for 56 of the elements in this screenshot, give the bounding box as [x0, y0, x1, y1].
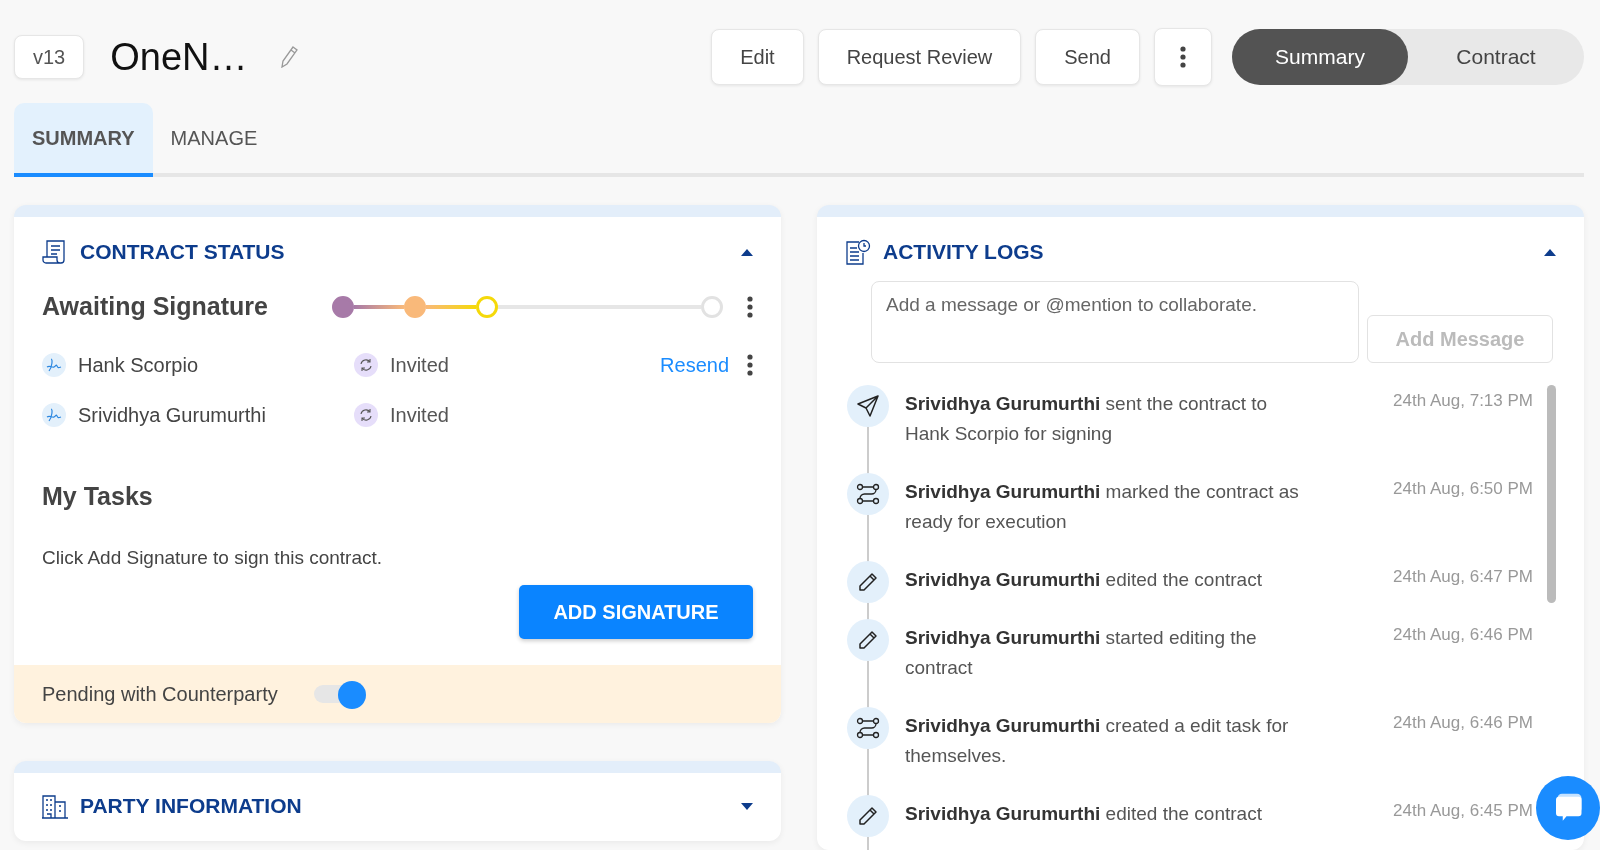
- task-description: Click Add Signature to sign this contract.: [41, 546, 384, 569]
- activity-text: Srividhya Gurumurthi created a edit task for themselves.: [905, 714, 1290, 768]
- toggle-switch[interactable]: [313, 681, 366, 707]
- activity-time: 24th Aug, 7:13 PM: [1393, 391, 1534, 412]
- toolbar-button[interactable]: Send: [1035, 29, 1140, 85]
- activity-text: Srividhya Gurumurthi edited the contract: [905, 802, 1263, 826]
- signature-icon: [42, 353, 66, 377]
- section-title: ACTIVITY LOGS: [883, 240, 1045, 264]
- workflow-icon: [856, 717, 880, 739]
- workflow-icon: [856, 483, 880, 505]
- activity-time: 24th Aug, 6:47 PM: [1393, 567, 1534, 588]
- paper-plane-icon: [857, 395, 879, 417]
- pencil-icon: [858, 806, 878, 826]
- pencil-icon: [858, 572, 878, 592]
- expand-caret-icon[interactable]: [741, 802, 753, 810]
- add-signature-button[interactable]: ADD SIGNATURE: [519, 585, 753, 639]
- scrollbar-thumb[interactable]: [1547, 385, 1556, 603]
- activity-time: 24th Aug, 6:50 PM: [1393, 479, 1534, 500]
- pencil-icon: [858, 630, 878, 650]
- more-options-icon: [1180, 46, 1186, 68]
- building-icon: [42, 793, 68, 819]
- version-badge: v13: [14, 35, 85, 79]
- toolbar-button[interactable]: Request Review: [817, 29, 1022, 85]
- signer-name: Srividhya Gurumurthi: [78, 403, 267, 427]
- activity-text: Srividhya Gurumurthi started editing the contract: [905, 626, 1258, 680]
- sync-icon: [354, 353, 378, 377]
- signer-status: Invited: [390, 353, 450, 377]
- signer-status: Invited: [390, 403, 450, 427]
- section-title: CONTRACT STATUS: [80, 240, 286, 264]
- collapse-caret-icon[interactable]: [741, 248, 753, 256]
- tab[interactable]: MANAGE: [152, 103, 276, 177]
- sync-icon: [354, 403, 378, 427]
- signer-name: Hank Scorpio: [78, 353, 200, 377]
- view-option[interactable]: Summary: [1232, 29, 1408, 85]
- more-options-icon[interactable]: [747, 354, 753, 376]
- section-title: PARTY INFORMATION: [80, 794, 303, 818]
- collapse-caret-icon[interactable]: [1544, 248, 1556, 256]
- view-option[interactable]: Contract: [1408, 29, 1584, 85]
- message-field[interactable]: Add a message or @mention to collaborate.: [871, 281, 1359, 363]
- activity-text: Srividhya Gurumurthi sent the contract to Hank Scorpio for signing: [905, 392, 1269, 446]
- status-label: Awaiting Signature: [42, 292, 269, 321]
- toolbar-button[interactable]: Edit: [711, 29, 804, 85]
- activity-time: 24th Aug, 6:46 PM: [1393, 625, 1534, 646]
- activity-time: 24th Aug, 6:46 PM: [1393, 713, 1534, 734]
- activity-text: Srividhya Gurumurthi edited the contract: [905, 568, 1263, 592]
- log-clock-icon: [845, 239, 871, 265]
- pencil-icon[interactable]: [279, 46, 298, 68]
- activity-text: Srividhya Gurumurthi marked the contract as ready for execution: [905, 480, 1300, 534]
- pending-label: Pending with Counterparty: [42, 682, 278, 706]
- activity-time: 24th Aug, 6:45 PM: [1393, 801, 1534, 822]
- document-title: OneN…: [110, 35, 248, 79]
- tasks-heading: My Tasks: [41, 481, 154, 511]
- document-icon: [42, 239, 68, 265]
- more-options-icon[interactable]: [747, 295, 753, 318]
- tab[interactable]: SUMMARY: [14, 103, 153, 177]
- signature-icon: [42, 403, 66, 427]
